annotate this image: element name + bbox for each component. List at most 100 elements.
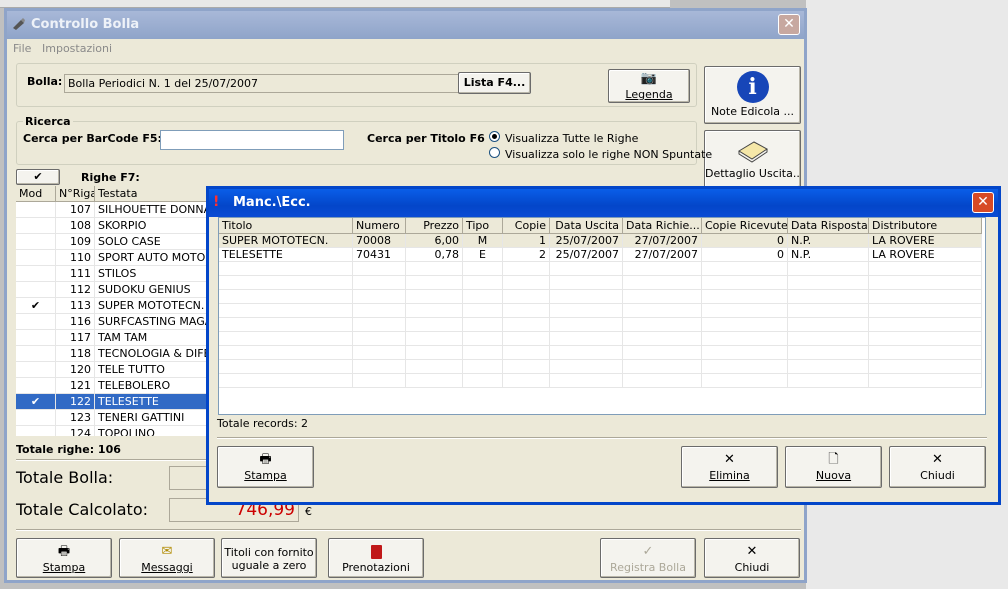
elimina-button[interactable]: ✕ Elimina xyxy=(681,446,778,488)
mod-cell xyxy=(16,330,56,346)
table-row[interactable]: 108 SKORPIO xyxy=(16,218,211,234)
col-header-data-richiesta[interactable]: Data Richie... xyxy=(623,218,702,234)
barcode-input[interactable] xyxy=(160,130,344,150)
table-row[interactable]: 120 TELE TUTTO xyxy=(16,362,211,378)
dialog-close-button[interactable]: ✕ xyxy=(972,192,994,213)
numero-cell xyxy=(353,290,406,304)
col-header-copie-ricevute[interactable]: Copie Ricevute xyxy=(702,218,788,234)
nuova-button[interactable]: 🗋 Nuova xyxy=(785,446,882,488)
stampa-label: Stampa xyxy=(42,561,86,574)
table-row[interactable]: 109 SOLO CASE xyxy=(16,234,211,250)
col-header-testata[interactable]: Testata xyxy=(95,186,211,202)
prenotazioni-button[interactable]: Prenotazioni xyxy=(328,538,424,578)
titoli-fornito-zero-button[interactable]: Titoli con fornito uguale a zero xyxy=(221,538,317,578)
dialog-chiudi-button[interactable]: ✕ Chiudi xyxy=(889,446,986,488)
table-row[interactable]: 123 TENERI GATTINI xyxy=(16,410,211,426)
titolo-cell: TELESETTE xyxy=(219,248,353,262)
check-all-button[interactable]: ✔ xyxy=(16,169,60,185)
bolla-field[interactable]: Bolla Periodici N. 1 del 25/07/2007 xyxy=(64,74,459,93)
distributore-cell xyxy=(869,374,982,388)
numero-cell xyxy=(353,374,406,388)
copie-cell xyxy=(503,276,550,290)
data-richiesta-cell xyxy=(623,276,702,290)
table-row[interactable]: SUPER MOTOTECN. 70008 6,00 M 1 25/07/2007 27/0… xyxy=(219,234,985,248)
col-header-numero[interactable]: Numero xyxy=(353,218,406,234)
copie-cell xyxy=(503,318,550,332)
table-row[interactable]: 117 TAM TAM xyxy=(16,330,211,346)
table-row[interactable]: 121 TELEBOLERO xyxy=(16,378,211,394)
copie-ricevute-cell xyxy=(702,360,788,374)
exclamation-icon: ! xyxy=(213,194,220,210)
main-titlebar[interactable]: Controllo Bolla ✕ xyxy=(7,11,804,39)
data-risposta-cell xyxy=(788,262,869,276)
table-row[interactable]: 118 TECNOLOGIA & DIFES xyxy=(16,346,211,362)
col-header-nriga[interactable]: N°Riga xyxy=(56,186,95,202)
copie-ricevute-cell xyxy=(702,290,788,304)
registra-bolla-button[interactable]: ✓ Registra Bolla xyxy=(600,538,696,578)
distributore-cell xyxy=(869,346,982,360)
righe-grid[interactable]: Mod N°Riga Testata 107 SILHOUETTE DONNA 10… xyxy=(16,186,211,436)
titolo-cell xyxy=(219,304,353,318)
col-header-data-risposta[interactable]: Data Risposta xyxy=(788,218,869,234)
col-header-tipo[interactable]: Tipo xyxy=(463,218,503,234)
manc-grid[interactable]: Titolo Numero Prezzo Tipo Copie Data Uscita Da… xyxy=(218,217,986,415)
stampa-button[interactable]: 🖶 Stampa xyxy=(16,538,112,578)
mod-cell: ✔ xyxy=(16,394,56,410)
col-header-data-uscita[interactable]: Data Uscita xyxy=(550,218,623,234)
tipo-cell xyxy=(463,318,503,332)
menu-impostazioni[interactable]: Impostazioni xyxy=(42,42,112,55)
data-richiesta-cell: 27/07/2007 xyxy=(623,234,702,248)
table-row[interactable]: 111 STILOS xyxy=(16,266,211,282)
dettaglio-uscita-button[interactable]: Dettaglio Uscita... xyxy=(704,130,801,188)
mod-cell xyxy=(16,362,56,378)
mod-cell xyxy=(16,266,56,282)
table-row[interactable]: 112 SUDOKU GENIUS xyxy=(16,282,211,298)
tipo-cell xyxy=(463,262,503,276)
delete-x-icon: ✕ xyxy=(724,452,735,467)
col-header-distributore[interactable]: Distributore xyxy=(869,218,982,234)
col-header-prezzo[interactable]: Prezzo xyxy=(406,218,463,234)
checkmark-icon: ✔ xyxy=(33,170,43,183)
dialog-stampa-button[interactable]: 🖶 Stampa xyxy=(217,446,314,488)
empty-row xyxy=(219,374,985,388)
table-row[interactable]: 124 TOPOLINO xyxy=(16,426,211,436)
camera-icon: 📷 xyxy=(640,71,658,86)
nriga-cell: 107 xyxy=(56,202,95,218)
testata-cell: TOPOLINO xyxy=(95,426,211,436)
col-header-mod[interactable]: Mod xyxy=(16,186,56,202)
testata-cell: SILHOUETTE DONNA xyxy=(95,202,211,218)
radio-unchecked-rows[interactable] xyxy=(489,147,500,158)
testata-cell: SPORT AUTO MOTO xyxy=(95,250,211,266)
testata-cell: TENERI GATTINI xyxy=(95,410,211,426)
radio-all-rows[interactable] xyxy=(489,131,500,142)
dialog-titlebar[interactable]: ! Manc.\Ecc. ✕ xyxy=(209,189,998,217)
prenotazioni-label: Prenotazioni xyxy=(342,561,410,574)
numero-cell xyxy=(353,262,406,276)
chiudi-main-button[interactable]: ✕ Chiudi xyxy=(704,538,800,578)
lista-button[interactable]: Lista F4... xyxy=(458,72,531,94)
data-richiesta-cell: 27/07/2007 xyxy=(623,248,702,262)
dialog-chiudi-label: Chiudi xyxy=(920,469,955,482)
copie-cell xyxy=(503,346,550,360)
messaggi-button[interactable]: ✉ Messaggi xyxy=(119,538,215,578)
table-row[interactable]: TELESETTE 70431 0,78 E 2 25/07/2007 27/07/2007… xyxy=(219,248,985,262)
radio-all-rows-label[interactable]: Visualizza Tutte le Righe xyxy=(505,132,638,145)
book-icon-small: ✉ xyxy=(161,544,173,559)
divider-bottom xyxy=(16,529,801,531)
table-row[interactable]: ✔ 122 TELESETTE xyxy=(16,394,211,410)
table-row[interactable]: 110 SPORT AUTO MOTO xyxy=(16,250,211,266)
main-close-button[interactable]: ✕ xyxy=(778,14,800,35)
distributore-cell xyxy=(869,290,982,304)
table-row[interactable]: 107 SILHOUETTE DONNA xyxy=(16,202,211,218)
table-row[interactable]: 116 SURFCASTING MAGAZ xyxy=(16,314,211,330)
menu-file[interactable]: File xyxy=(13,42,31,55)
col-header-copie[interactable]: Copie xyxy=(503,218,550,234)
radio-unchecked-rows-label[interactable]: Visualizza solo le righe NON Spuntate xyxy=(505,148,712,161)
note-edicola-button[interactable]: i Note Edicola ... xyxy=(704,66,801,124)
euro-sign: € xyxy=(305,505,312,518)
table-row[interactable]: ✔ 113 SUPER MOTOTECN. xyxy=(16,298,211,314)
mod-cell xyxy=(16,346,56,362)
col-header-titolo[interactable]: Titolo xyxy=(219,218,353,234)
testata-cell: TAM TAM xyxy=(95,330,211,346)
legenda-button[interactable]: 📷 Legenda xyxy=(608,69,690,103)
